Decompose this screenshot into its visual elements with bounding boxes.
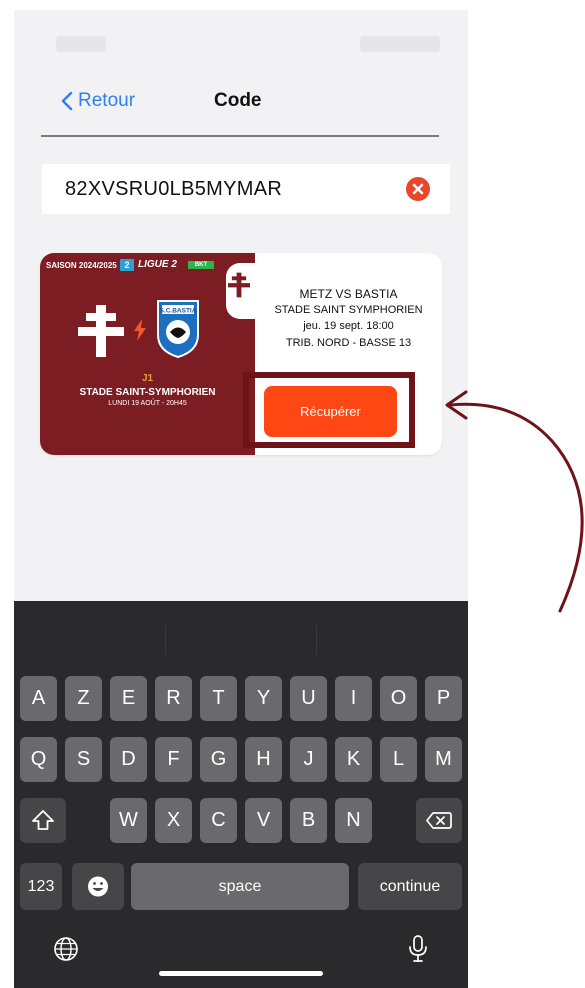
suggestion-separator xyxy=(165,625,166,655)
backspace-icon xyxy=(426,812,452,829)
datetime-label: jeu. 19 sept. 18:00 xyxy=(303,320,394,332)
key-r[interactable]: R xyxy=(155,676,192,721)
key-u[interactable]: U xyxy=(290,676,327,721)
suggestion-separator xyxy=(316,625,317,655)
numbers-key[interactable]: 123 xyxy=(20,863,62,910)
metz-cross-icon xyxy=(78,305,124,357)
chevron-left-icon xyxy=(61,91,73,111)
key-x[interactable]: X xyxy=(155,798,192,843)
emoji-key[interactable] xyxy=(72,863,124,910)
microphone-icon xyxy=(409,935,427,962)
annotation-arrow-icon xyxy=(445,390,584,613)
poster-date: LUNDI 19 AOÛT - 20H45 xyxy=(108,400,187,407)
dictation-key[interactable] xyxy=(406,934,430,964)
emoji-icon xyxy=(88,876,108,897)
key-n[interactable]: N xyxy=(335,798,372,843)
continue-key[interactable]: continue xyxy=(358,863,462,910)
key-a[interactable]: A xyxy=(20,676,57,721)
key-v[interactable]: V xyxy=(245,798,282,843)
clear-input-button[interactable] xyxy=(406,177,430,201)
ticket-poster: SAISON 2024/2025 2 LIGUE 2 BKT S.C.BASTI… xyxy=(40,253,255,455)
key-z[interactable]: Z xyxy=(65,676,102,721)
crest-text: S.C.BASTIA xyxy=(160,308,197,315)
keyboard: A Z E R T Y U I O P Q S D F G H J K L M … xyxy=(14,601,468,988)
key-e[interactable]: E xyxy=(110,676,147,721)
space-key[interactable]: space xyxy=(131,863,349,910)
key-w[interactable]: W xyxy=(110,798,147,843)
seat-label: TRIB. NORD - BASSE 13 xyxy=(285,337,412,349)
league-label: LIGUE 2 xyxy=(138,259,177,270)
venue-label: STADE SAINT SYMPHORIEN xyxy=(274,304,423,316)
poster-stadium: STADE SAINT-SYMPHORIEN xyxy=(79,387,216,398)
shift-key[interactable] xyxy=(20,798,66,843)
phone-screen: Retour Code 82XVSRU0LB5MYMAR SAISON 2024… xyxy=(14,10,468,988)
key-d[interactable]: D xyxy=(110,737,147,782)
shift-arrow-icon xyxy=(32,810,54,830)
code-input[interactable]: 82XVSRU0LB5MYMAR xyxy=(42,164,450,214)
navigation-bar: Retour Code xyxy=(14,80,468,130)
key-m[interactable]: M xyxy=(425,737,462,782)
key-c[interactable]: C xyxy=(200,798,237,843)
status-bar xyxy=(14,10,468,70)
match-title: METZ VS BASTIA xyxy=(299,287,398,301)
key-b[interactable]: B xyxy=(290,798,327,843)
back-button[interactable]: Retour xyxy=(60,90,135,112)
code-input-value: 82XVSRU0LB5MYMAR xyxy=(65,178,283,200)
metz-cross-small-icon xyxy=(228,272,250,298)
key-o[interactable]: O xyxy=(380,676,417,721)
versus-bolt-icon xyxy=(134,319,146,341)
page-title: Code xyxy=(214,90,262,111)
globe-icon xyxy=(54,937,78,961)
key-j[interactable]: J xyxy=(290,737,327,782)
key-l[interactable]: L xyxy=(380,737,417,782)
nav-divider xyxy=(41,135,439,137)
status-icons-blurred xyxy=(360,36,440,52)
league-badge: 2 xyxy=(120,259,134,271)
key-g[interactable]: G xyxy=(200,737,237,782)
back-label: Retour xyxy=(78,90,136,111)
key-p[interactable]: P xyxy=(425,676,462,721)
matchday-label: J1 xyxy=(141,373,154,384)
globe-key[interactable] xyxy=(52,935,80,963)
clear-x-icon xyxy=(412,183,424,195)
key-t[interactable]: T xyxy=(200,676,237,721)
key-i[interactable]: I xyxy=(335,676,372,721)
season-label: SAISON 2024/2025 xyxy=(46,261,117,270)
key-y[interactable]: Y xyxy=(245,676,282,721)
delete-key[interactable] xyxy=(416,798,462,843)
key-s[interactable]: S xyxy=(65,737,102,782)
key-q[interactable]: Q xyxy=(20,737,57,782)
recuperer-button[interactable]: Récupérer xyxy=(264,386,397,437)
sponsor-label: BKT xyxy=(188,261,214,269)
key-f[interactable]: F xyxy=(155,737,192,782)
key-h[interactable]: H xyxy=(245,737,282,782)
status-time-blurred xyxy=(56,36,106,52)
home-indicator xyxy=(159,971,323,976)
key-k[interactable]: K xyxy=(335,737,372,782)
bastia-crest-icon: S.C.BASTIA xyxy=(157,300,199,359)
